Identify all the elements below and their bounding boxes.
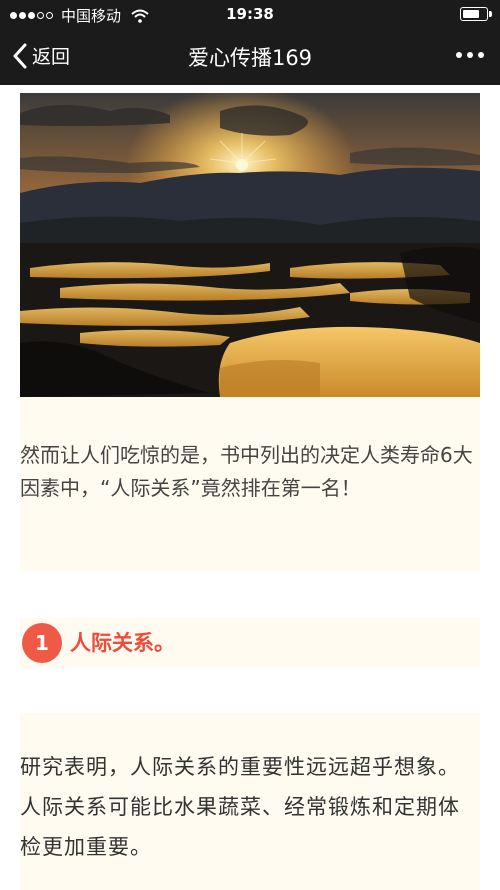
page-title: 爱心传播169 (187, 46, 313, 70)
section-title: 人际关系。 (70, 631, 175, 655)
nav-bar: 返回 爱心传播169 (0, 28, 500, 85)
paragraph-card: 研究表明，人际关系的重要性远远超乎想象。人际关系可能比水果蔬菜、经常锻炼和定期体… (20, 713, 480, 890)
paragraph-card: 然而让人们吃惊的是，书中列出的决定人类寿命6大因素中，“人际关系”竟然排在第一名… (20, 397, 480, 572)
paragraph-text: 然而让人们吃惊的是，书中列出的决定人类寿命6大因素中，“人际关系”竟然排在第一名… (20, 443, 473, 500)
more-dot (456, 52, 462, 58)
status-time: 19:38 (226, 5, 274, 23)
article-content: 然而让人们吃惊的是，书中列出的决定人类寿命6大因素中，“人际关系”竟然排在第一名… (0, 85, 500, 890)
section-heading: 1 人际关系。 (20, 618, 480, 668)
paragraph-text: 研究表明，人际关系的重要性远远超乎想象。人际关系可能比水果蔬菜、经常锻炼和定期体… (20, 755, 460, 859)
section-number-badge: 1 (22, 623, 62, 663)
more-dot (478, 52, 484, 58)
battery-level (463, 10, 479, 18)
battery-icon (460, 7, 492, 21)
more-options-icon[interactable] (456, 52, 484, 58)
more-dot (467, 52, 473, 58)
hero-image (20, 93, 480, 397)
status-bar: 中国移动 19:38 (0, 0, 500, 28)
